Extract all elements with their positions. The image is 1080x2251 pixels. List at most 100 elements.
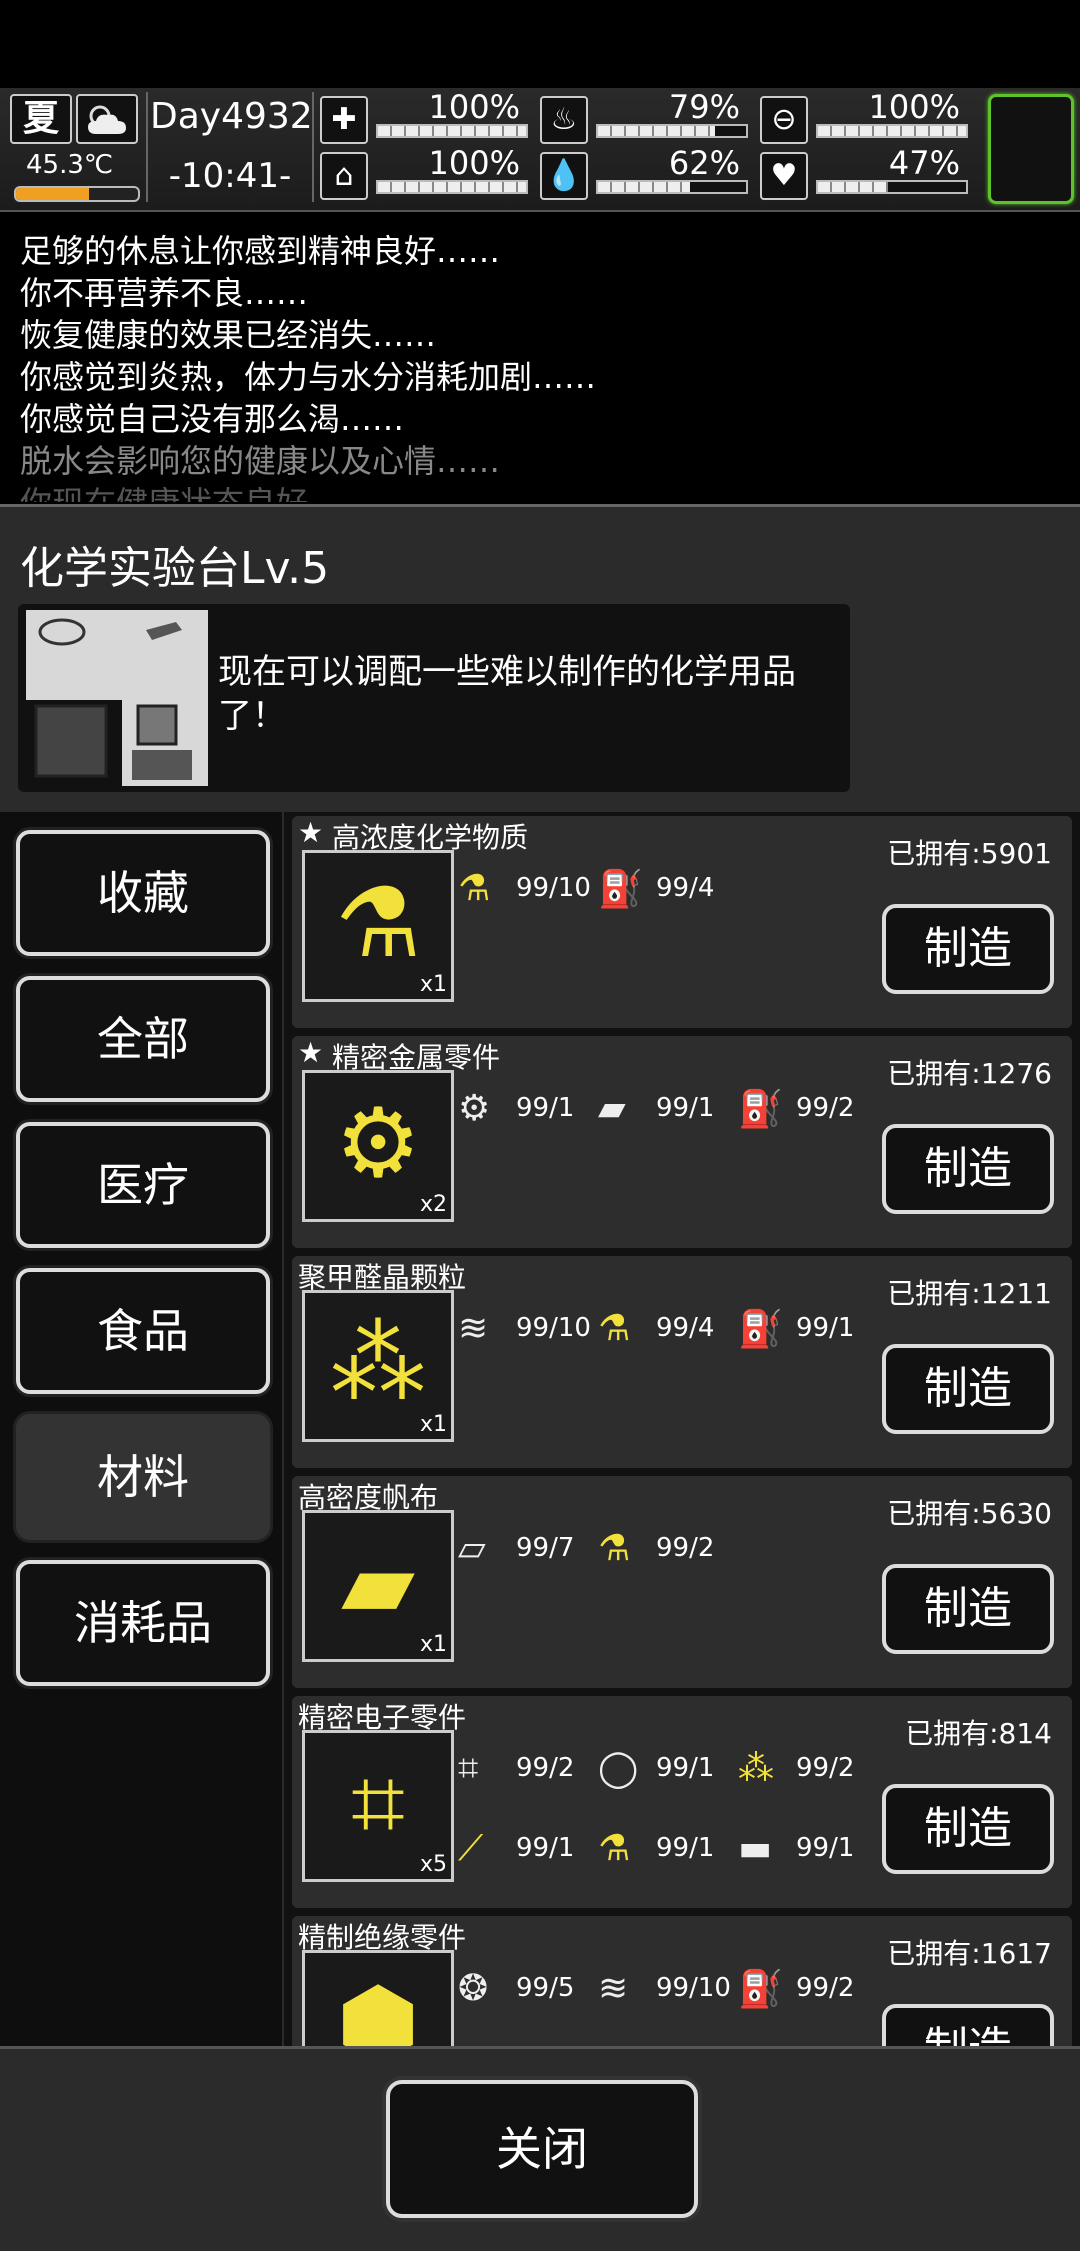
stat-bar-fill — [818, 126, 966, 136]
stat-bar-fill — [378, 126, 526, 136]
product-icon[interactable]: ⚗ x1 — [302, 850, 454, 1002]
log-line: 你感觉到炎热，体力与水分消耗加剧…… — [20, 358, 597, 396]
craft-button[interactable]: 制造 — [882, 1784, 1054, 1874]
material-requirement: ❂ 99/5 — [458, 1968, 575, 2009]
lab-bench-thumbnail — [26, 610, 208, 786]
recipe-list[interactable]: ★ 高浓度化学物质 ⚗ x1 ⚗ 99/10 ⛽ 99/4 已拥有:5901 制造 ★ 精密金属零件 ⚙… — [284, 812, 1080, 2046]
material-count: 99/1 — [516, 1833, 575, 1863]
material-requirement: ⁂ 99/2 — [738, 1748, 855, 1789]
craft-button[interactable]: 制造 — [882, 1124, 1054, 1214]
material-count: 99/2 — [796, 1973, 855, 2003]
owned-count: 已拥有:814 — [905, 1717, 1052, 1750]
stat-value: 47% — [888, 144, 960, 182]
material-requirement: ⚗ 99/2 — [598, 1528, 715, 1569]
cloth-icon: ▱ — [458, 1528, 486, 1569]
stat-value: 62% — [668, 144, 740, 182]
gears-icon: ⚙ — [458, 1088, 491, 1129]
craft-button[interactable]: 制造 — [882, 2004, 1054, 2046]
tab-medical[interactable]: 医疗 — [16, 1122, 270, 1248]
product-icon[interactable]: ⌗ x5 — [302, 1730, 454, 1882]
medkit-icon: ✚ — [320, 96, 368, 144]
owned-count: 已拥有:1276 — [887, 1057, 1052, 1090]
material-requirement: ⟋ 99/1 — [458, 1828, 575, 1869]
day-counter: Day4932 — [150, 96, 313, 137]
tab-food[interactable]: 食品 — [16, 1268, 270, 1394]
favorite-star[interactable]: ★ — [298, 816, 325, 849]
product-icon[interactable]: ⚙ x2 — [302, 1070, 454, 1222]
recipe-card: 聚甲醛晶颗粒 ⁂ x1 ≋ 99/10 ⚗ 99/4 ⛽ 99/1 已拥有:1211 制造 — [292, 1256, 1072, 1468]
ring-icon: ◯ — [598, 1748, 639, 1789]
owned-count: 已拥有:5630 — [887, 1497, 1052, 1530]
owned-count: 已拥有:1211 — [887, 1277, 1052, 1310]
canister-icon: ⛽ — [738, 1089, 783, 1130]
material-requirement: ⛽ 99/4 — [598, 868, 714, 910]
temperature-bar — [14, 186, 140, 202]
product-quantity: x2 — [419, 1192, 447, 1217]
stat-bar — [596, 180, 748, 194]
material-count: 99/10 — [516, 1313, 591, 1343]
temperature-bar-fill — [16, 188, 90, 200]
favorite-star[interactable]: ★ — [298, 1036, 325, 1069]
favorite-star-icon[interactable]: ★ — [298, 1036, 323, 1069]
material-count: 99/1 — [656, 1093, 715, 1123]
flask-icon: ⚗ — [598, 1828, 631, 1869]
product-quantity: x5 — [419, 1852, 447, 1877]
craft-button[interactable]: 制造 — [882, 1564, 1054, 1654]
stat-bar-fill — [598, 182, 690, 192]
product-icon[interactable]: ⁂ x1 — [302, 1290, 454, 1442]
close-button[interactable]: 关闭 — [386, 2080, 698, 2218]
stat-bar — [816, 124, 968, 138]
recipe-card: 精制绝缘零件⬢❂99/5≋99/10⛽99/2已拥有:1617制造 — [292, 1916, 1072, 2046]
scrap-icon: ▰ — [598, 1088, 626, 1129]
log-line: 恢复健康的效果已经消失…… — [20, 316, 437, 354]
favorite-star-icon[interactable]: ★ — [298, 816, 323, 849]
wire-icon: ⟋ — [458, 1828, 484, 1869]
material-count: 99/2 — [796, 1753, 855, 1783]
heart-icon: ♥ — [760, 152, 808, 200]
material-requirement: ⚗ 99/1 — [598, 1828, 714, 1869]
recipe-card: 高密度帆布 ▰ x1 ▱ 99/7 ⚗ 99/2 已拥有:5630 制造 — [292, 1476, 1072, 1688]
product-icon[interactable]: ⬢ — [302, 1950, 454, 2046]
owned-count: 已拥有:1617 — [887, 1937, 1052, 1970]
material-requirement: ⛽ 99/2 — [738, 1088, 854, 1130]
tab-consumables[interactable]: 消耗品 — [16, 1560, 270, 1686]
material-requirement: ≋ 99/10 — [598, 1968, 731, 2009]
material-requirement: ⛽ 99/2 — [738, 1968, 855, 2010]
message-log[interactable]: 足够的休息让你感到精神良好…… 你不再营养不良…… 恢复健康的效果已经消失…… … — [0, 212, 1080, 502]
product-icon[interactable]: ▰ x1 — [302, 1510, 454, 1662]
stat-bar — [376, 180, 528, 194]
equipped-item-slot[interactable] — [988, 94, 1074, 204]
recipe-card: 精密电子零件 ⌗ x5 ⌗ 99/2 ◯ 99/1 ⁂ 99/2 ⟋ 99/1 ⚗ 99/1 ▬ 99/1 已… — [292, 1696, 1072, 1908]
material-requirement: ⛽ 99/1 — [738, 1308, 854, 1350]
product-quantity: x1 — [419, 972, 447, 997]
fabric-roll-icon: ≋ — [598, 1968, 629, 2009]
material-requirement: ▬ 99/1 — [738, 1828, 854, 1869]
stat-bar — [596, 124, 748, 138]
tab-all[interactable]: 全部 — [16, 976, 270, 1102]
stat-bar-fill — [818, 182, 888, 192]
craft-button[interactable]: 制造 — [882, 904, 1054, 994]
material-requirement: ⚗ 99/10 — [458, 868, 591, 909]
stat-value: 100% — [428, 88, 520, 126]
water-drop-icon: 💧 — [540, 152, 588, 200]
station-description: 现在可以调配一些难以制作的化学用品了！ — [218, 652, 796, 736]
material-count: 99/2 — [516, 1753, 575, 1783]
system-status-bar — [0, 0, 1080, 88]
recipe-card: ★ 精密金属零件 ⚙ x2 ⚙ 99/1 ▰ 99/1 ⛽ 99/2 已拥有:1276 制造 — [292, 1036, 1072, 1248]
material-requirement: ◯ 99/1 — [598, 1748, 714, 1789]
fabric-roll-icon: ≋ — [458, 1308, 489, 1349]
material-count: 99/2 — [656, 1533, 715, 1563]
owned-count: 已拥有:5901 — [887, 837, 1052, 870]
material-count: 99/5 — [516, 1973, 575, 2003]
pill-icon: ⊖ — [760, 96, 808, 144]
stat-value: 100% — [428, 144, 520, 182]
log-line: 你感觉自己没有那么渴…… — [20, 400, 405, 438]
canister-icon: ⛽ — [598, 869, 643, 910]
product-glyph: ⬢ — [336, 1967, 420, 2046]
log-line: 足够的休息让你感到精神良好…… — [20, 232, 501, 270]
craft-button[interactable]: 制造 — [882, 1344, 1054, 1434]
tab-favorites[interactable]: 收藏 — [16, 830, 270, 956]
canister-icon: ⛽ — [738, 1309, 783, 1350]
tab-materials[interactable]: 材料 — [16, 1414, 270, 1540]
product-quantity: x1 — [419, 1412, 447, 1437]
